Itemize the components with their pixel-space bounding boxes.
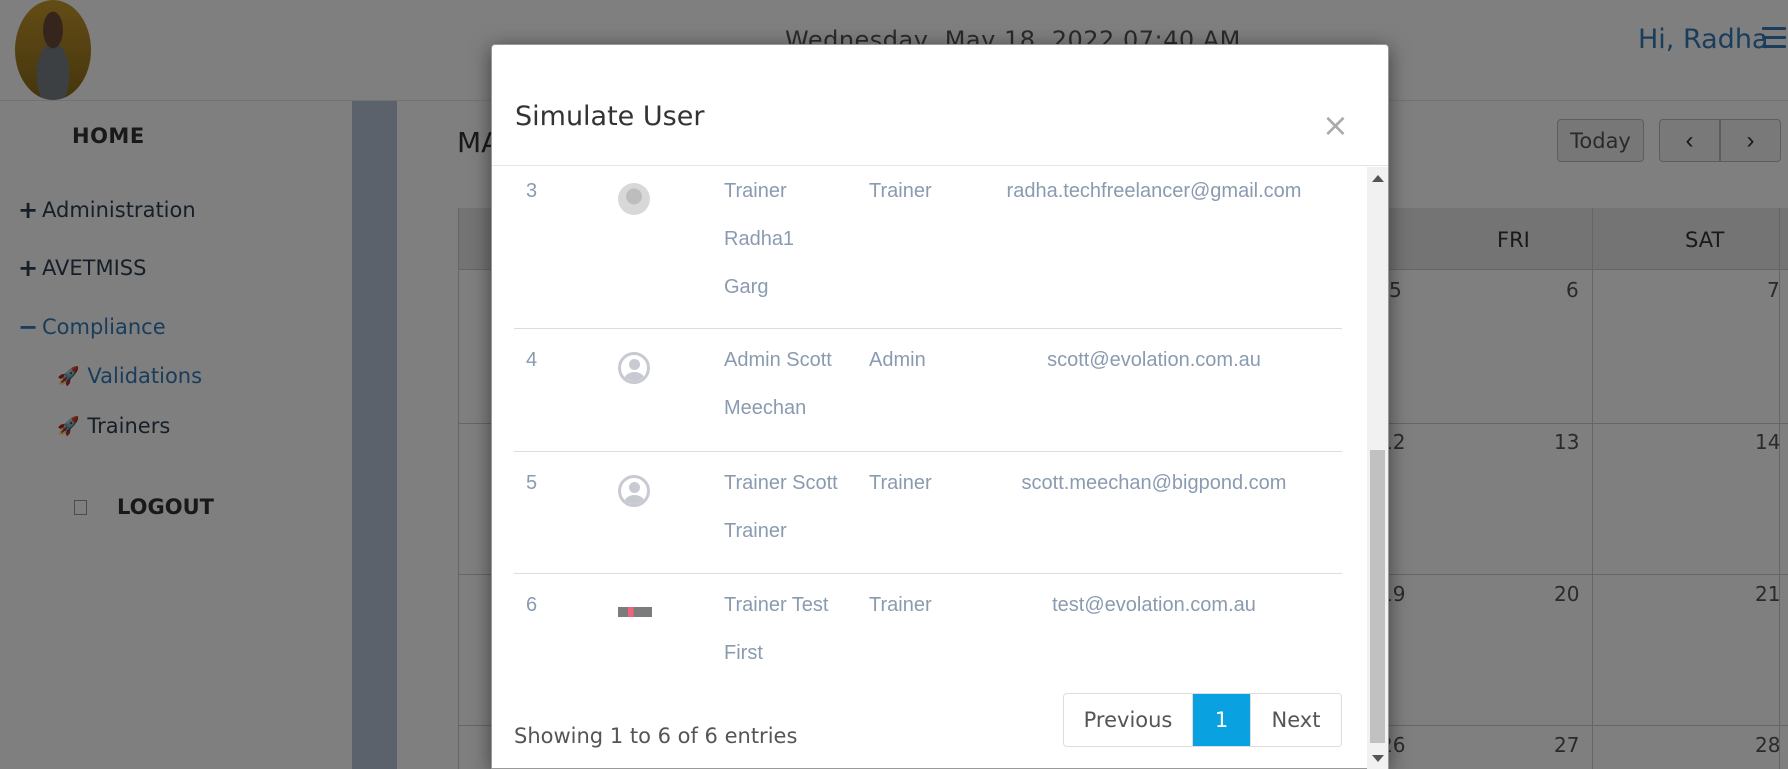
- modal-header: Simulate User ×: [492, 45, 1388, 166]
- user-role: Trainer: [869, 594, 932, 616]
- row-number: 4: [526, 349, 538, 371]
- user-role: Trainer: [869, 180, 932, 202]
- avatar: [618, 607, 652, 617]
- scroll-up-icon[interactable]: [1372, 175, 1384, 182]
- close-icon[interactable]: ×: [1322, 109, 1349, 141]
- row-number: 3: [526, 180, 538, 202]
- user-name: Admin Scott: [724, 349, 832, 371]
- pagination-next[interactable]: Next: [1250, 694, 1341, 746]
- scroll-down-icon[interactable]: [1372, 755, 1384, 762]
- user-name: Radha1: [724, 228, 795, 250]
- user-name: Trainer: [724, 520, 787, 542]
- user-name: Trainer Scott: [724, 472, 838, 494]
- user-role: Trainer: [869, 472, 932, 494]
- avatar: [618, 475, 650, 507]
- table-row[interactable]: 4 Admin Scott Meechan Admin scott@evolat…: [514, 330, 1342, 452]
- row-number: 6: [526, 594, 538, 616]
- user-name: First: [724, 642, 763, 664]
- user-email: radha.techfreelancer@gmail.com: [1006, 180, 1302, 202]
- modal-title: Simulate User: [515, 101, 705, 132]
- modal-body: 3 Trainer Radha1 Garg Trainer radha.tech…: [492, 167, 1388, 769]
- table-row[interactable]: 5 Trainer Scott Trainer Trainer scott.me…: [514, 453, 1342, 574]
- user-name: Trainer Test: [724, 594, 829, 616]
- pagination-page-1[interactable]: 1: [1193, 694, 1250, 746]
- pagination-previous[interactable]: Previous: [1064, 694, 1193, 746]
- pagination: Previous 1 Next: [1063, 693, 1342, 747]
- avatar: [618, 183, 650, 215]
- table-row[interactable]: 3 Trainer Radha1 Garg Trainer radha.tech…: [514, 167, 1342, 329]
- row-number: 5: [526, 472, 538, 494]
- entries-info: Showing 1 to 6 of 6 entries: [514, 724, 798, 748]
- user-name: Garg: [724, 276, 769, 298]
- user-role: Admin: [869, 349, 926, 371]
- scrollbar-thumb[interactable]: [1370, 450, 1385, 743]
- user-email: test@evolation.com.au: [1052, 594, 1256, 616]
- user-name: Trainer: [724, 180, 787, 202]
- modal-scrollbar[interactable]: [1367, 167, 1388, 769]
- table-row[interactable]: 6 Trainer Test First Trainer test@evolat…: [514, 575, 1342, 685]
- user-email: scott@evolation.com.au: [1047, 349, 1261, 371]
- user-email: scott.meechan@bigpond.com: [1021, 472, 1287, 494]
- avatar: [618, 352, 650, 384]
- simulate-user-modal: Simulate User × 3 Trainer Radha1 Garg Tr…: [491, 44, 1389, 769]
- user-name: Meechan: [724, 397, 807, 419]
